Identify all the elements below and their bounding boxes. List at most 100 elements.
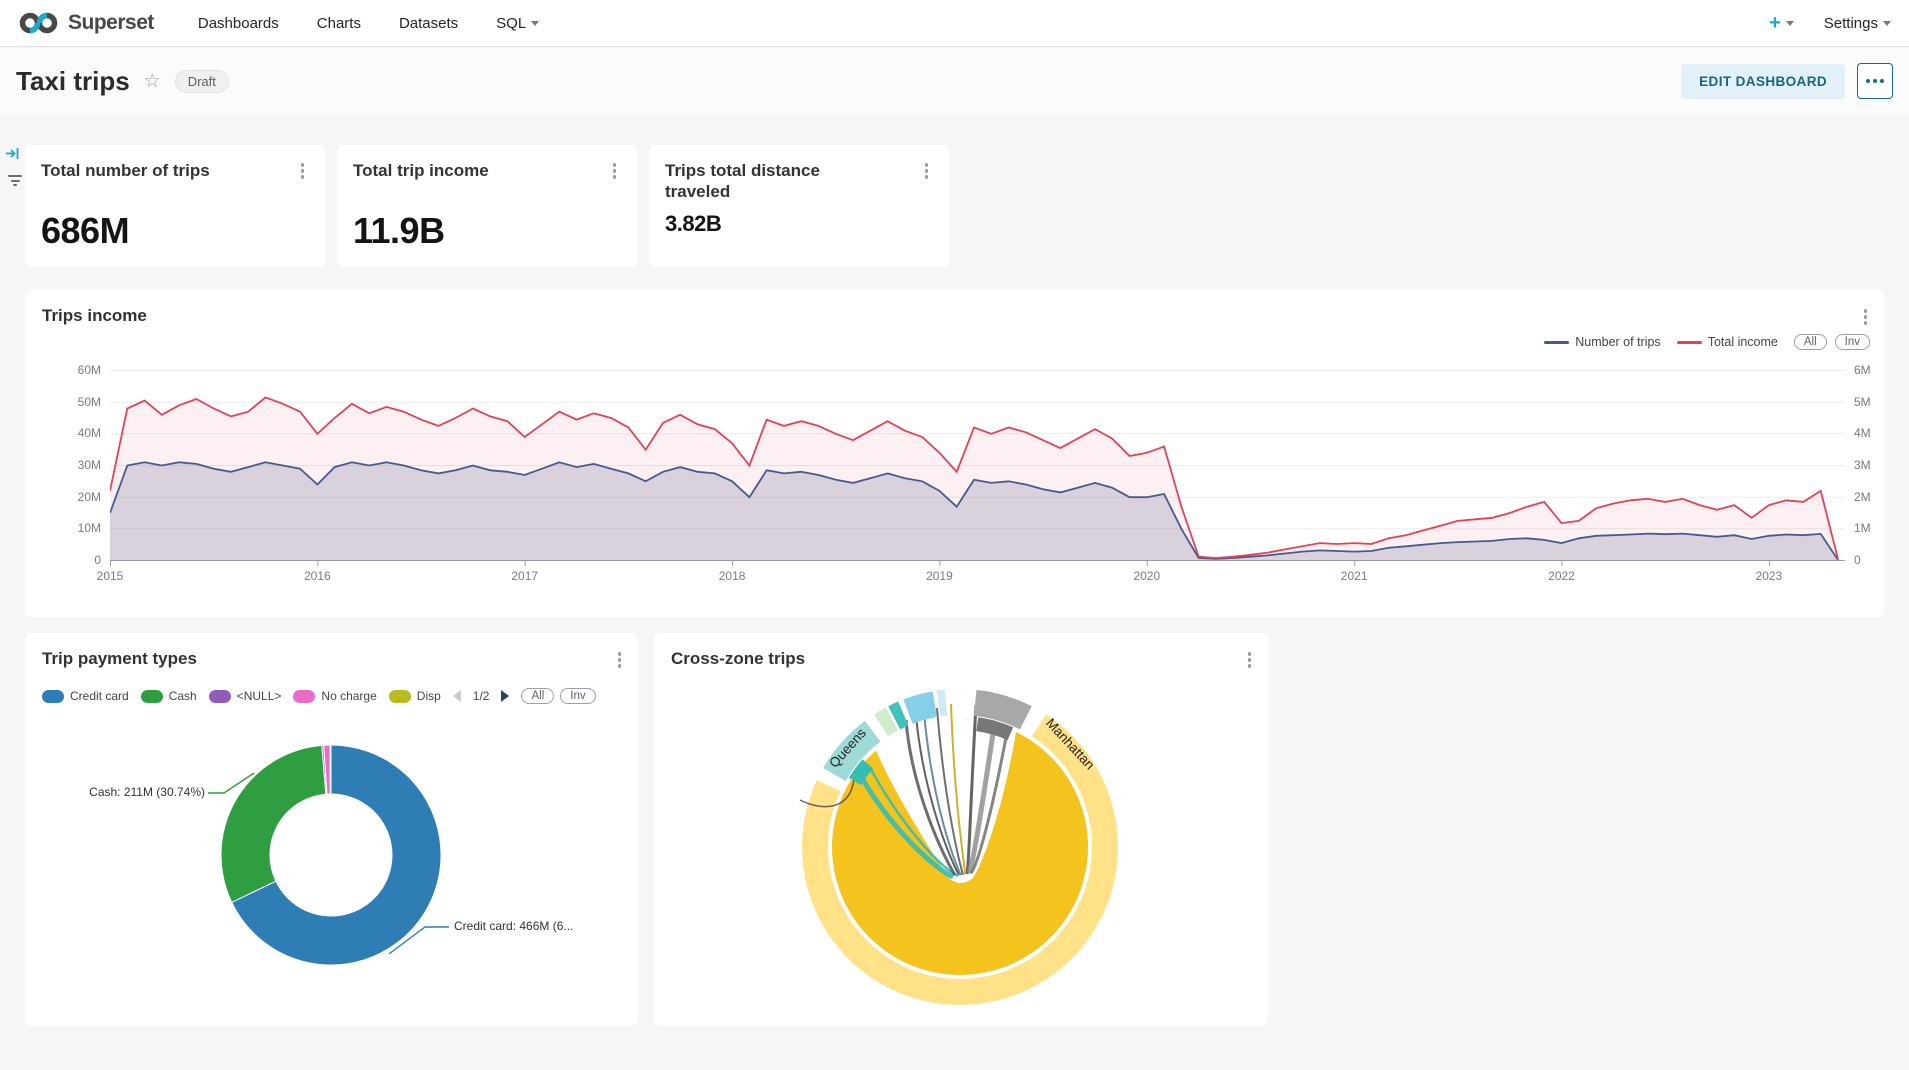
axis-tick-label: 10M [43,521,101,535]
legend-item-credit-card[interactable]: Credit card [42,689,129,703]
navbar-right: + Settings [1769,13,1891,33]
legend-prev-page-icon[interactable] [453,690,461,702]
chevron-down-icon [1883,21,1891,26]
legend-label: <NULL> [237,689,282,703]
legend-label: No charge [321,689,376,703]
nav-item-dashboards[interactable]: Dashboards [198,15,279,32]
more-options-button[interactable] [1857,63,1893,99]
kebab-menu-icon[interactable] [608,160,622,182]
kebab-menu-icon[interactable] [920,160,934,182]
axis-tick-label: 60M [43,363,101,377]
zone-arc[interactable] [894,714,903,718]
payment-donut-chart[interactable] [25,709,638,1019]
legend-swatch [42,690,64,703]
legend-swatch [209,690,231,703]
axis-tick-label: 0 [43,553,101,567]
settings-menu[interactable]: Settings [1824,15,1891,32]
axis-tick-label: 1M [1854,521,1871,535]
legend-label: Cash [169,689,197,703]
trips-income-panel: Trips income Number of trips Total incom… [25,290,1884,617]
kpi-title: Trips total distance traveled [665,160,865,203]
legend-swatch [293,690,315,703]
legend-swatch [389,690,411,703]
cross-zone-panel: Cross-zone trips Queens Manhattan [654,633,1268,1026]
dashboard-header: Taxi trips ☆ Draft EDIT DASHBOARD [0,48,1909,114]
nav-item-sql[interactable]: SQL [496,15,539,32]
axis-tick-label: 2015 [75,569,145,583]
superset-infinity-icon [18,10,60,36]
axis-tick-label: 2018 [697,569,767,583]
axis-tick-label: 30M [43,458,101,472]
settings-label: Settings [1824,15,1878,32]
line-chart-region[interactable]: 60M50M40M30M20M10M06M5M4M3M2M1M020152016… [25,290,1884,617]
kpi-value: 686M [41,210,309,252]
kebab-menu-icon[interactable] [613,649,627,671]
axis-tick-label: 4M [1854,426,1871,440]
main-nav: Dashboards Charts Datasets SQL [198,15,539,32]
legend-item-no-charge[interactable]: No charge [293,689,376,703]
zone-arc[interactable] [881,719,892,725]
axis-tick-label: 2022 [1527,569,1597,583]
kpi-card-total-distance: Trips total distance traveled 3.82B [649,145,949,267]
donut-callout-credit-card: Credit card: 466M (6... [454,919,624,933]
legend-swatch [141,690,163,703]
kpi-value: 11.9B [353,210,621,252]
cross-zone-chord-chart[interactable]: Queens Manhattan [654,683,1268,1023]
zone-arc[interactable] [939,703,947,704]
kpi-card-trip-income: Total trip income 11.9B [337,145,637,267]
kebab-menu-icon[interactable] [1243,649,1257,671]
axis-tick-label: 6M [1854,363,1871,377]
panel-title: Trip payment types [42,649,197,669]
axis-tick-label: 3M [1854,458,1871,472]
legend-label: Credit card [70,689,129,703]
top-navbar: Superset Dashboards Charts Datasets SQL … [0,0,1909,47]
superset-logo[interactable]: Superset [18,10,154,36]
chevron-down-icon [531,21,539,26]
kpi-title: Total number of trips [41,160,210,181]
kebab-menu-icon[interactable] [296,160,310,182]
status-badge: Draft [175,70,229,93]
legend-item-null[interactable]: <NULL> [209,689,282,703]
filter-rail [5,146,25,186]
filter-icon[interactable] [5,173,25,186]
plus-icon: + [1769,13,1781,33]
legend-label: Disp [417,689,441,703]
legend-item-cash[interactable]: Cash [141,689,197,703]
kpi-value: 3.82B [665,211,933,237]
legend-item-dispute[interactable]: Disp [389,689,441,703]
legend-page-indicator: 1/2 [473,689,490,703]
axis-tick-label: 2020 [1112,569,1182,583]
panel-title: Cross-zone trips [671,649,805,669]
zone-arc[interactable] [975,703,1026,718]
chevron-down-icon [1786,21,1794,26]
axis-tick-label: 2M [1854,490,1871,504]
axis-tick-label: 2017 [490,569,560,583]
kpi-title: Total trip income [353,160,489,181]
brand-name: Superset [68,11,154,35]
nav-item-sql-label: SQL [496,15,526,32]
axis-tick-label: 50M [43,395,101,409]
zoom-all-button[interactable]: All [521,688,554,704]
axis-tick-label: 2023 [1734,569,1804,583]
nav-item-datasets[interactable]: Datasets [399,15,458,32]
axis-tick-label: 2019 [904,569,974,583]
edit-dashboard-button[interactable]: EDIT DASHBOARD [1681,64,1845,99]
page-title: Taxi trips [16,66,130,97]
axis-tick-label: 5M [1854,395,1871,409]
axis-tick-label: 20M [43,490,101,504]
donut-callout-cash: Cash: 211M (30.74%) [45,785,205,799]
favorite-star-icon[interactable]: ☆ [144,70,161,93]
pie-chart-legend: Credit card Cash <NULL> No charge Disp 1… [42,688,596,704]
axis-tick-label: 2021 [1319,569,1389,583]
new-item-button[interactable]: + [1769,13,1794,33]
expand-filter-bar-icon[interactable] [5,146,20,161]
kpi-card-total-trips: Total number of trips 686M [25,145,325,267]
axis-tick-label: 40M [43,426,101,440]
axis-tick-label: 2016 [282,569,352,583]
nav-item-charts[interactable]: Charts [317,15,361,32]
trips-income-line-chart[interactable] [110,370,1845,568]
zoom-invert-button[interactable]: Inv [560,688,595,704]
payment-types-panel: Trip payment types Credit card Cash <NUL… [25,633,638,1026]
legend-next-page-icon[interactable] [501,690,509,702]
zone-arc[interactable] [908,704,935,711]
